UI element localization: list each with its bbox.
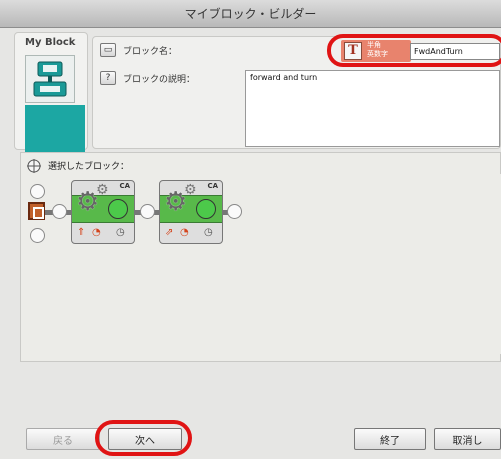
arrow-up-icon: ⇑ xyxy=(77,227,86,238)
steering-icon: ⇗ xyxy=(165,227,174,238)
block-description-label: ブロックの説明： xyxy=(123,75,196,85)
finish-button[interactable]: 終了 xyxy=(354,428,426,450)
beam-hub-end xyxy=(227,204,242,219)
my-block-icon xyxy=(33,61,67,97)
back-button[interactable]: 戻る xyxy=(26,428,100,450)
block-ports-label: CA xyxy=(207,182,218,190)
block-name-icon: ▭ xyxy=(100,43,116,57)
window-titlebar: マイブロック・ビルダー xyxy=(0,0,501,28)
block-icon-tile[interactable] xyxy=(25,55,75,103)
gear-small-icon: ⚙ xyxy=(96,182,109,198)
clock-icon: ◷ xyxy=(204,227,213,238)
crosshair-icon xyxy=(27,159,41,173)
gear-small-icon: ⚙ xyxy=(184,182,197,198)
cancel-button[interactable]: 取消し xyxy=(434,428,501,450)
help-icon: ? xyxy=(100,71,116,85)
move-block-2[interactable]: ⚙ ⚙ CA ⇗ ◔ ◷ xyxy=(159,180,223,244)
window-title: マイブロック・ビルダー xyxy=(184,7,317,21)
block-name-label: ブロック名： xyxy=(123,47,178,57)
beam-hub-top xyxy=(30,184,45,199)
block-ports-label: CA xyxy=(119,182,130,190)
power-icon: ◔ xyxy=(92,227,101,238)
block-icon-panel: My Block xyxy=(14,32,88,175)
block-port-icon xyxy=(108,199,128,219)
selected-blocks-label: 選択したブロック： xyxy=(48,162,130,172)
move-block-1[interactable]: ⚙ ⚙ CA ⇑ ◔ ◷ xyxy=(71,180,135,244)
beam-hub-bottom xyxy=(30,228,45,243)
next-button-highlight xyxy=(95,420,192,456)
beam-hub-2 xyxy=(140,204,155,219)
block-port-icon xyxy=(196,199,216,219)
clock-icon: ◷ xyxy=(116,227,125,238)
power-icon: ◔ xyxy=(180,227,189,238)
block-description-input[interactable]: forward and turn xyxy=(245,70,500,147)
icon-panel-label: My Block xyxy=(25,37,76,48)
sequence-start-icon xyxy=(28,202,45,220)
name-field-highlight xyxy=(327,34,501,67)
beam-hub-1 xyxy=(52,204,67,219)
